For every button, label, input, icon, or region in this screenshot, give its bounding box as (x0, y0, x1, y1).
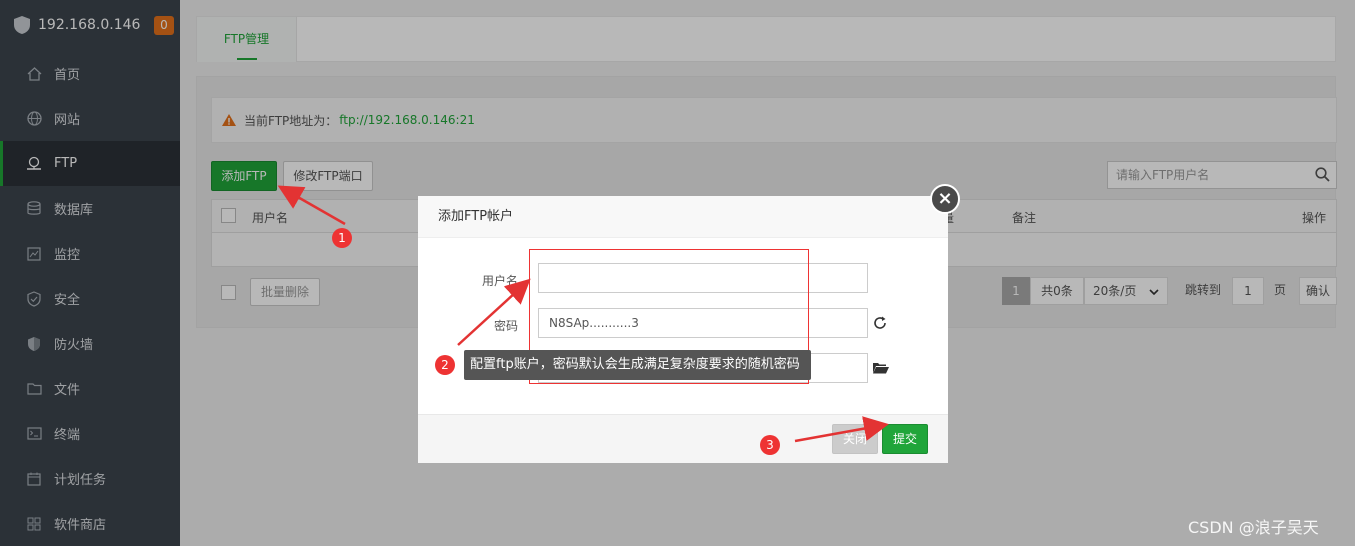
watermark: CSDN @浪子吴天 (1188, 518, 1319, 537)
step-1-marker: 1 (332, 228, 352, 248)
arrow-step1 (277, 185, 346, 226)
step-2-marker: 2 (435, 355, 455, 375)
arrow-step3 (794, 416, 889, 443)
step-3-marker: 3 (760, 435, 780, 455)
arrow-step2 (457, 278, 531, 346)
annotation-arrows (277, 185, 889, 443)
